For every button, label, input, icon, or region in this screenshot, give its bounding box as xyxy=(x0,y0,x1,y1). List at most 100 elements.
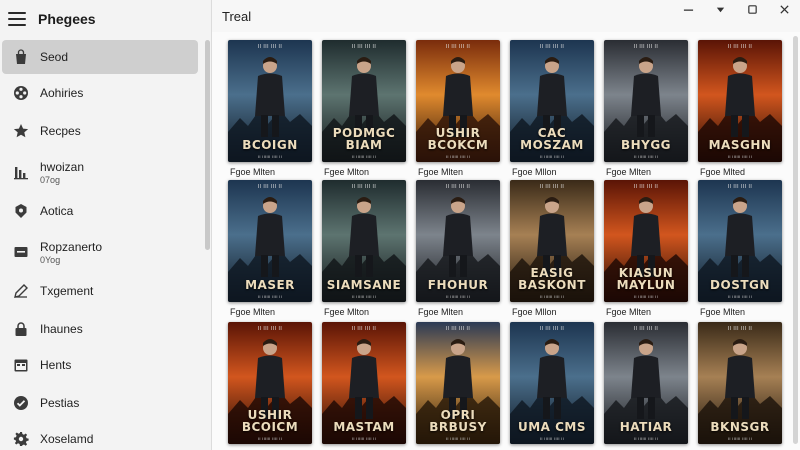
poster-caption: Fgoe Mlten xyxy=(700,307,746,317)
movie-poster[interactable]: II III III II SIAMSANE II IIIIII IIII II xyxy=(322,180,406,302)
sidebar: Phegees Seod Aohiries Recpes hwoizan 07og Aot… xyxy=(0,0,212,450)
poster-tile[interactable]: II III III II CAC MOSZAM II IIIIII IIII II… xyxy=(510,40,594,178)
sidebar-item-label: Xoselamd xyxy=(40,432,94,446)
sidebar-header: Phegees xyxy=(0,0,211,38)
sidebar-item-aotica[interactable]: Aotica xyxy=(2,194,198,228)
app-title: Phegees xyxy=(38,11,96,27)
poster-tile[interactable]: II III III II BCOIGN II IIIIII IIII II Fgoe… xyxy=(228,40,312,178)
poster-caption: Fgoe Mlten xyxy=(230,167,276,177)
sidebar-item-pestias[interactable]: Pestias xyxy=(2,386,198,420)
poster-title: DOSTGN xyxy=(710,278,770,292)
movie-poster[interactable]: II III III II EASIG BASKONT II IIIIII IIII… xyxy=(510,180,594,302)
sidebar-item-hents[interactable]: Hents xyxy=(2,348,198,382)
movie-poster[interactable]: II III III II KIASUN MAYLUN II IIIIII IIII… xyxy=(604,180,688,302)
poster-title: BCOIGN xyxy=(242,138,298,152)
dropdown-icon[interactable] xyxy=(704,0,736,18)
poster-tile[interactable]: II III III II EASIG BASKONT II IIIIII IIII… xyxy=(510,180,594,318)
star-icon xyxy=(12,122,30,140)
sidebar-item-txgement[interactable]: Txgement xyxy=(2,274,198,308)
sidebar-item-label: Ihaunes xyxy=(40,322,83,336)
sidebar-item-seod[interactable]: Seod xyxy=(2,40,198,74)
poster-tile[interactable]: II III III II MASTAM II IIIIII IIII II xyxy=(322,322,406,450)
poster-tile[interactable]: II III III II USHIR BCOKCM II IIIIII IIII … xyxy=(416,40,500,178)
main-scrollbar[interactable] xyxy=(793,36,798,446)
sidebar-item-recpes[interactable]: Recpes xyxy=(2,114,198,148)
poster-tile[interactable]: II III III II MASGHN II IIIIII IIII II Fgoe… xyxy=(698,40,782,178)
edit-icon xyxy=(12,282,30,300)
poster-tile[interactable]: II III III II SIAMSANE II IIIIII IIII II Fg… xyxy=(322,180,406,318)
poster-title: SIAMSANE xyxy=(326,278,402,292)
poster-caption: Fgee Mlton xyxy=(324,167,370,177)
poster-tile[interactable]: II III III II KIASUN MAYLUN II IIIIII IIII… xyxy=(604,180,688,318)
poster-tile[interactable]: II III III II BKNSGR II IIIIII IIII II xyxy=(698,322,782,450)
movie-poster[interactable]: II III III II USHIR BCOKCM II IIIIII IIII … xyxy=(416,40,500,162)
poster-tile[interactable]: II III III II BHYGG II IIIIII IIII II Fgoe … xyxy=(604,40,688,178)
movie-poster[interactable]: II III III II CAC MOSZAM II IIIIII IIII II xyxy=(510,40,594,162)
poster-caption: Fgoe Mlted xyxy=(700,167,746,177)
poster-title: OPRI BRBUSY xyxy=(429,408,487,434)
sidebar-item-aohiries[interactable]: Aohiries xyxy=(2,76,198,110)
poster-title: PODMGC BIAM xyxy=(332,126,396,152)
movie-poster[interactable]: II III III II MASGHN II IIIIII IIII II xyxy=(698,40,782,162)
page-title: Treal xyxy=(222,8,252,24)
movie-poster[interactable]: II III III II BHYGG II IIIIII IIII II xyxy=(604,40,688,162)
sidebar-item-label: Aotica xyxy=(40,204,74,218)
poster-caption: Fgoe Mlten xyxy=(606,307,652,317)
hamburger-menu-icon[interactable] xyxy=(8,12,26,26)
movie-poster[interactable]: II III III II UMA CMS II IIIIII IIII II xyxy=(510,322,594,444)
bar-chart-icon xyxy=(12,163,30,181)
poster-tile[interactable]: II III III II UMA CMS II IIIIII IIII II xyxy=(510,322,594,450)
poster-title: MASER xyxy=(245,278,295,292)
badge-icon xyxy=(12,202,30,220)
poster-tile[interactable]: II III III II HATIAR II IIIIII IIII II xyxy=(604,322,688,450)
poster-title: EASIG BASKONT xyxy=(518,266,586,292)
check-circle-icon xyxy=(12,394,30,412)
movie-poster[interactable]: II III III II OPRI BRBUSY II IIIIII IIII I… xyxy=(416,322,500,444)
main-content: Treal II III III II BCOIGN II IIIIII IIII … xyxy=(212,0,800,450)
movie-poster[interactable]: II III III II USHIR BCOICM II IIIIII IIII … xyxy=(228,322,312,444)
minimize-icon[interactable] xyxy=(672,0,704,18)
movie-poster[interactable]: II III III II BKNSGR II IIIIII IIII II xyxy=(698,322,782,444)
movie-poster[interactable]: II III III II HATIAR II IIIIII IIII II xyxy=(604,322,688,444)
poster-caption: Fgee Mlton xyxy=(324,307,370,317)
poster-caption: Fgoe Mlten xyxy=(418,307,464,317)
sidebar-item-label: Txgement xyxy=(40,284,94,298)
poster-tile[interactable]: II III III II OPRI BRBUSY II IIIIII IIII I… xyxy=(416,322,500,450)
sidebar-item-label: Pestias xyxy=(40,396,80,410)
window-controls xyxy=(672,0,800,18)
sidebar-item-ropzanerto[interactable]: Ropzanerto 0Yog xyxy=(2,232,198,272)
poster-title: BKNSGR xyxy=(710,420,770,434)
poster-caption: Fgoe Mllon xyxy=(512,167,557,177)
sidebar-item-sublabel: 0Yog xyxy=(40,254,61,265)
poster-caption: Fgoe Mlten xyxy=(418,167,464,177)
poster-tile[interactable]: II III III II MASER II IIIIII IIII II Fgoe … xyxy=(228,180,312,318)
sidebar-item-xoselamd[interactable]: Xoselamd xyxy=(2,422,198,450)
movie-poster[interactable]: II III III II BCOIGN II IIIIII IIII II xyxy=(228,40,312,162)
sidebar-item-ihaunes[interactable]: Ihaunes xyxy=(2,312,198,346)
sidebar-item-label: hwoizan xyxy=(40,159,85,174)
close-icon[interactable] xyxy=(768,0,800,18)
maximize-icon[interactable] xyxy=(736,0,768,18)
sidebar-scrollbar[interactable] xyxy=(205,38,210,448)
poster-caption: Fgoe Mllon xyxy=(512,307,557,317)
sidebar-item-label: Recpes xyxy=(40,124,81,138)
poster-title: BHYGG xyxy=(620,138,672,152)
bag-icon xyxy=(12,48,30,66)
movie-poster[interactable]: II III III II MASER II IIIIII IIII II xyxy=(228,180,312,302)
movie-poster[interactable]: II III III II PODMGC BIAM II IIIIII IIII I… xyxy=(322,40,406,162)
movie-poster[interactable]: II III III II MASTAM II IIIIII IIII II xyxy=(322,322,406,444)
sidebar-item-label: Seod xyxy=(40,50,69,64)
sidebar-item-hwoizan[interactable]: hwoizan 07og xyxy=(2,152,198,192)
movie-poster[interactable]: II III III II FHOHUR II IIIIII IIII II xyxy=(416,180,500,302)
poster-title: UMA CMS xyxy=(517,420,587,434)
poster-tile[interactable]: II III III II PODMGC BIAM II IIIIII IIII I… xyxy=(322,40,406,178)
poster-tile[interactable]: II III III II FHOHUR II IIIIII IIII II Fgoe… xyxy=(416,180,500,318)
poster-tile[interactable]: II III III II USHIR BCOICM II IIIIII IIII … xyxy=(228,322,312,450)
calendar-icon xyxy=(12,356,30,374)
poster-title: KIASUN MAYLUN xyxy=(616,266,676,292)
movie-poster[interactable]: II III III II DOSTGN II IIIIII IIII II xyxy=(698,180,782,302)
poster-tile[interactable]: II III III II DOSTGN II IIIIII IIII II Fgoe… xyxy=(698,180,782,318)
poster-title: CAC MOSZAM xyxy=(520,126,584,152)
sidebar-item-label: Ropzanerto xyxy=(40,239,103,254)
film-reel-icon xyxy=(12,84,30,102)
